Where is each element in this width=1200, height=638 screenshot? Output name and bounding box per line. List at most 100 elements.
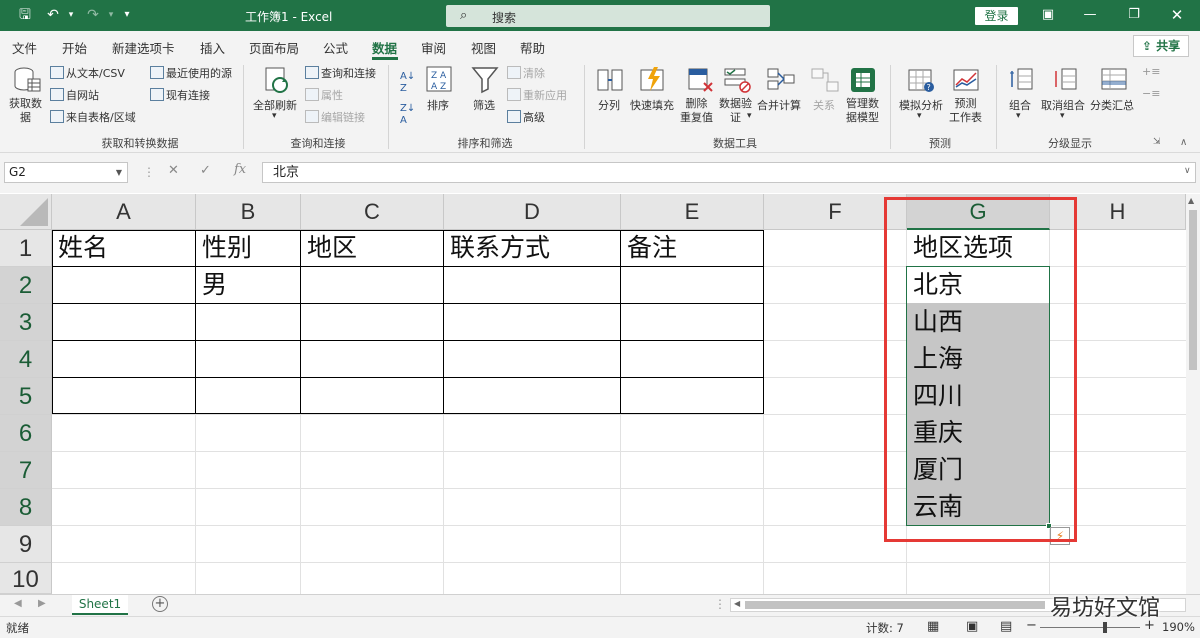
what-if-analysis-icon[interactable]: ?	[906, 65, 936, 95]
group-dropdown-icon[interactable]: ▾	[1016, 111, 1021, 121]
sort-desc-icon[interactable]: Z↓ A	[400, 103, 415, 127]
select-all-button[interactable]	[0, 194, 52, 230]
redo-icon[interactable]: ↷	[84, 6, 102, 24]
sort-button[interactable]: 排序	[427, 97, 449, 113]
tab-home[interactable]: 开始	[62, 38, 87, 57]
expand-formula-bar-icon[interactable]: ∨	[1184, 166, 1191, 176]
row-header-4[interactable]: 4	[0, 341, 52, 378]
login-button[interactable]: 登录	[975, 7, 1018, 25]
close-icon[interactable]: ✕	[1162, 5, 1192, 25]
from-table-button[interactable]: 来自表格/区域	[50, 109, 136, 125]
customize-toolbar-icon[interactable]: ▾	[118, 6, 136, 24]
validation-dropdown-icon[interactable]: ▾	[747, 111, 752, 121]
sort-asc-icon[interactable]: A↓ Z	[400, 71, 415, 95]
clear-filter-button[interactable]: 清除	[507, 65, 545, 81]
row-header-9[interactable]: 9	[0, 526, 52, 563]
tab-page-layout[interactable]: 页面布局	[249, 38, 299, 57]
manage-data-model-icon[interactable]	[848, 65, 878, 95]
edit-links-button[interactable]: 编辑链接	[305, 109, 365, 125]
page-layout-view-icon[interactable]: ▣	[966, 619, 978, 634]
relationships-icon[interactable]	[810, 65, 840, 95]
ungroup-icon[interactable]	[1050, 65, 1080, 95]
cell-D1[interactable]: 联系方式	[444, 230, 550, 266]
prev-sheet-icon[interactable]: ◀	[14, 598, 22, 609]
undo-icon[interactable]: ↶	[44, 6, 62, 24]
column-header-B[interactable]: B	[196, 194, 301, 230]
from-web-button[interactable]: 自网站	[50, 87, 99, 103]
remove-duplicates-button[interactable]: 删除 重复值	[680, 97, 713, 125]
tab-file[interactable]: 文件	[12, 38, 37, 57]
flash-fill-icon[interactable]	[638, 65, 668, 95]
column-header-D[interactable]: D	[444, 194, 621, 230]
manage-data-model-button[interactable]: 管理数 据模型	[846, 97, 879, 125]
name-box-dropdown-icon[interactable]: ▼	[116, 163, 122, 182]
forecast-sheet-button[interactable]: 预测 工作表	[949, 97, 982, 125]
tab-formulas[interactable]: 公式	[323, 38, 348, 57]
row-header-3[interactable]: 3	[0, 304, 52, 341]
cell-E1[interactable]: 备注	[621, 230, 677, 266]
collapse-ribbon-icon[interactable]: ∧	[1180, 137, 1187, 148]
cell-B2[interactable]: 男	[196, 267, 227, 303]
row-header-1[interactable]: 1	[0, 230, 52, 267]
row-header-5[interactable]: 5	[0, 378, 52, 415]
scroll-up-icon[interactable]: ▲	[1188, 196, 1194, 205]
cancel-formula-icon[interactable]: ✕	[168, 163, 179, 178]
from-text-csv-button[interactable]: 从文本/CSV	[50, 65, 125, 81]
row-header-2[interactable]: 2	[0, 267, 52, 304]
text-to-columns-icon[interactable]	[595, 65, 625, 95]
cell-C1[interactable]: 地区	[301, 230, 357, 266]
save-icon[interactable]: 🖫	[16, 6, 34, 24]
reapply-button[interactable]: 重新应用	[507, 87, 567, 103]
insert-function-icon[interactable]: fx	[234, 162, 246, 177]
row-header-7[interactable]: 7	[0, 452, 52, 489]
name-box[interactable]: G2 ▼	[4, 162, 128, 183]
queries-connections-button[interactable]: 查询和连接	[305, 65, 376, 81]
restore-icon[interactable]: ❐	[1119, 5, 1149, 25]
tab-insert[interactable]: 插入	[200, 38, 225, 57]
relationships-button[interactable]: 关系	[813, 97, 835, 113]
advanced-filter-button[interactable]: 高级	[507, 109, 545, 125]
column-header-E[interactable]: E	[621, 194, 764, 230]
zoom-slider[interactable]	[1040, 627, 1140, 628]
minimize-icon[interactable]: —	[1075, 5, 1105, 25]
search-box[interactable]: ⌕ 搜索	[446, 5, 770, 27]
get-data-icon[interactable]	[12, 65, 42, 95]
consolidate-icon[interactable]	[766, 65, 796, 95]
enter-formula-icon[interactable]: ✓	[200, 163, 211, 178]
page-break-view-icon[interactable]: ▤	[1000, 619, 1012, 634]
sheet-tab-sheet1[interactable]: Sheet1	[72, 595, 128, 615]
what-if-dropdown-icon[interactable]: ▾	[917, 111, 922, 121]
forecast-sheet-icon[interactable]	[951, 65, 981, 95]
show-detail-icon[interactable]: +≡	[1142, 65, 1160, 78]
ungroup-dropdown-icon[interactable]: ▾	[1060, 111, 1065, 121]
text-to-columns-button[interactable]: 分列	[598, 97, 620, 113]
sort-icon[interactable]: Z AA Z	[424, 65, 454, 95]
row-header-6[interactable]: 6	[0, 415, 52, 452]
undo-dropdown-icon[interactable]: ▾	[62, 6, 80, 24]
zoom-level[interactable]: 190%	[1162, 620, 1195, 634]
cell-B1[interactable]: 性别	[196, 230, 252, 266]
row-header-8[interactable]: 8	[0, 489, 52, 526]
vertical-scroll-thumb[interactable]	[1189, 210, 1197, 370]
zoom-out-icon[interactable]: −	[1026, 618, 1037, 633]
hide-detail-icon[interactable]: −≡	[1142, 87, 1160, 100]
tab-split-grip-icon[interactable]: ⋮	[714, 597, 726, 611]
share-button[interactable]: ⇪ 共享	[1133, 35, 1189, 57]
get-data-button[interactable]: 获取数 据	[9, 97, 42, 125]
ribbon-display-icon[interactable]: ▣	[1033, 5, 1063, 25]
group-icon[interactable]	[1006, 65, 1036, 95]
row-header-10[interactable]: 10	[0, 563, 52, 594]
recent-sources-button[interactable]: 最近使用的源	[150, 65, 232, 81]
outline-dialog-launcher-icon[interactable]: ⇲	[1153, 137, 1161, 147]
consolidate-button[interactable]: 合并计算	[757, 97, 801, 113]
refresh-all-icon[interactable]	[262, 65, 292, 95]
vertical-scrollbar[interactable]: ▲	[1186, 194, 1200, 594]
tab-view[interactable]: 视图	[471, 38, 496, 57]
tab-review[interactable]: 审阅	[421, 38, 446, 57]
formula-input[interactable]: 北京	[262, 162, 1196, 183]
existing-connections-button[interactable]: 现有连接	[150, 87, 210, 103]
flash-fill-button[interactable]: 快速填充	[630, 97, 674, 113]
add-sheet-icon[interactable]: +	[152, 596, 168, 612]
normal-view-icon[interactable]: ▦	[927, 619, 939, 634]
refresh-dropdown-icon[interactable]: ▾	[272, 111, 277, 121]
